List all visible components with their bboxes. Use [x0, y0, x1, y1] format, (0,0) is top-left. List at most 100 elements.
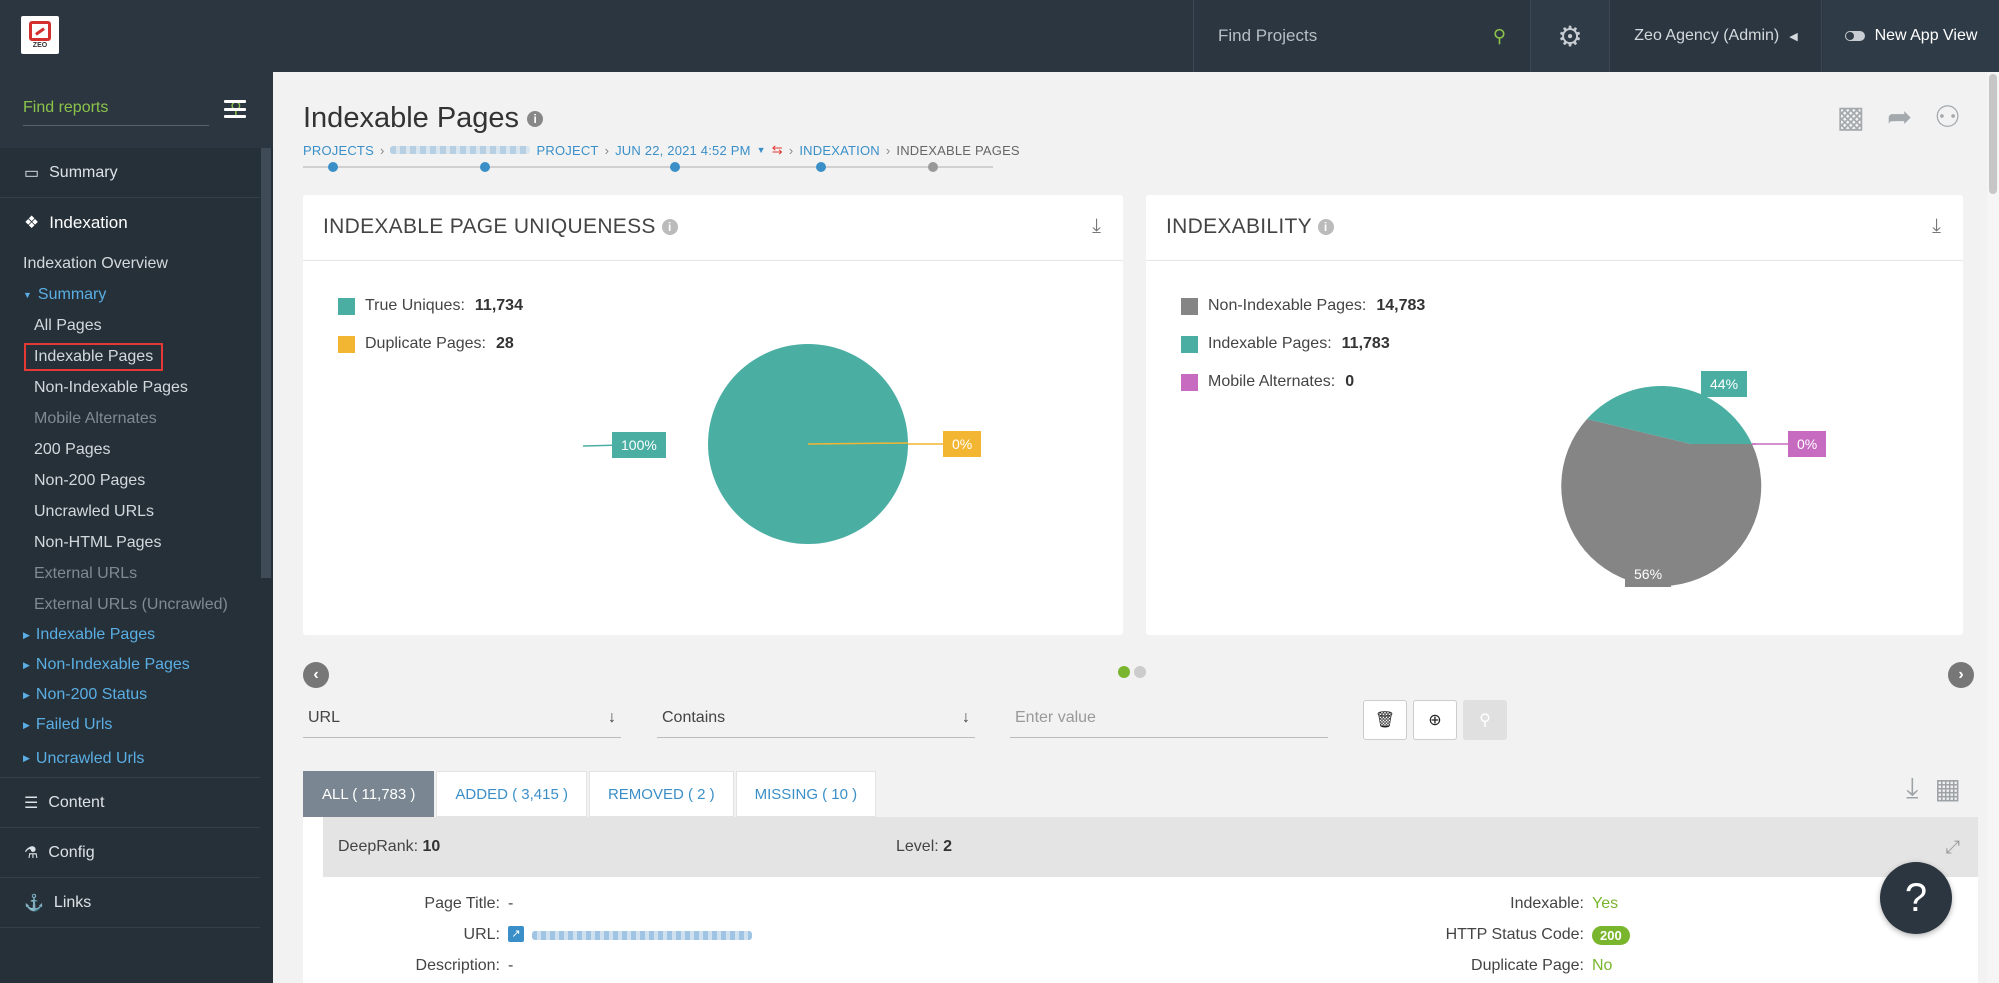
sidebar-item-all-pages[interactable]: All Pages: [0, 310, 273, 341]
http-status-row: HTTP Status Code: 200: [1348, 926, 1630, 945]
caret-down-icon: ▼: [23, 289, 32, 300]
field-label: URL:: [463, 926, 500, 943]
sidebar-item-summary[interactable]: ▭ Summary: [0, 148, 260, 198]
pie-label-true-uniques: 100%: [612, 432, 666, 458]
breadcrumb-project[interactable]: PROJECT: [536, 143, 598, 158]
field-value: -: [508, 957, 514, 974]
search-filter-button[interactable]: ⚲: [1463, 700, 1507, 740]
breadcrumb-project-name[interactable]: [390, 146, 531, 154]
sidebar-scrollbar[interactable]: [261, 148, 271, 578]
external-link-icon[interactable]: ↗: [508, 926, 524, 942]
result-tabs: ALL ( 11,783 ) ADDED ( 3,415 ) REMOVED (…: [303, 771, 877, 817]
help-button[interactable]: ?: [1880, 862, 1952, 934]
sidebar-item-uncrawled-urls[interactable]: Uncrawled URLs: [0, 496, 273, 527]
share-icon[interactable]: ➦: [1887, 100, 1912, 135]
pie-label-indexable: 44%: [1701, 371, 1748, 397]
zeo-logo[interactable]: ZEO: [21, 16, 59, 54]
filter-operator-select[interactable]: Contains ↓: [657, 698, 975, 738]
sidebar-item-label: Config: [48, 843, 95, 861]
sidebar-item-config[interactable]: ⚗ Config: [0, 828, 260, 878]
page-title: Indexable Pages i: [303, 102, 544, 135]
indexability-pie-chart: [1561, 385, 1801, 586]
sidebar-group-indexable-pages[interactable]: ▶ Indexable Pages: [0, 620, 273, 650]
carousel-dot[interactable]: [1118, 666, 1130, 678]
settings-button[interactable]: ⚙: [1530, 0, 1610, 72]
sidebar-group-non-indexable-pages[interactable]: ▶ Non-Indexable Pages: [0, 650, 273, 680]
compare-icon[interactable]: ⇆: [772, 142, 783, 158]
sidebar-item-indexable-pages[interactable]: Indexable Pages: [0, 341, 273, 372]
new-app-view-toggle[interactable]: New App View: [1823, 0, 1999, 72]
sidebar-item-non-indexable-pages[interactable]: Non-Indexable Pages: [0, 372, 273, 403]
url-row: URL: ↗: [303, 926, 752, 944]
sidebar-item-non-html-pages[interactable]: Non-HTML Pages: [0, 527, 273, 558]
sidebar-item-200-pages[interactable]: 200 Pages: [0, 434, 273, 465]
sidebar-nav: ▭ Summary ❖ Indexation Indexation Overvi…: [0, 148, 273, 983]
download-icon[interactable]: ⤓: [1906, 772, 1918, 805]
breadcrumb-dot: [670, 162, 680, 172]
field-label: Description:: [415, 957, 500, 974]
deeprank-value: 10: [422, 838, 441, 855]
duplicate-row: Duplicate Page: No: [1348, 957, 1612, 975]
sidebar-item-label: Links: [53, 893, 92, 911]
add-filter-button[interactable]: ⊕: [1413, 700, 1457, 740]
detail-header: DeepRank: 10 Level: 2 ⤢: [323, 817, 1978, 877]
sidebar-item-external-urls[interactable]: External URLs: [0, 558, 273, 589]
filter-field-select[interactable]: URL ↓: [303, 698, 621, 738]
delete-filter-button[interactable]: 🗑: [1363, 700, 1407, 740]
search-icon[interactable]: ⚲: [1493, 26, 1506, 47]
bar-chart-icon[interactable]: ▩: [1837, 100, 1865, 135]
sidebar-item-label: Summary: [37, 285, 107, 303]
users-icon[interactable]: ⚇: [1934, 100, 1961, 135]
carousel-prev-button[interactable]: ‹: [303, 662, 329, 688]
breadcrumb-dot: [928, 162, 938, 172]
filter-field-value: URL: [308, 708, 341, 726]
breadcrumb-dot: [328, 162, 338, 172]
caret-right-icon: ▶: [23, 659, 30, 670]
uniqueness-card: INDEXABLE PAGE UNIQUENESS i ⤓ True Uniqu…: [303, 195, 1123, 635]
sidebar-group-uncrawled-urls[interactable]: ▶ Uncrawled Urls: [0, 740, 260, 778]
flask-icon: ⚗: [24, 844, 39, 862]
sidebar-item-indexation[interactable]: ❖ Indexation: [0, 198, 260, 248]
field-value: Yes: [1592, 895, 1619, 912]
field-label: Page Title:: [424, 895, 500, 912]
filter-operator-value: Contains: [662, 708, 726, 726]
scrollbar-thumb[interactable]: [1989, 74, 1997, 194]
selected-highlight: Indexable Pages: [24, 342, 164, 371]
pie-slice-duplicate-pages[interactable]: [807, 442, 909, 445]
menu-icon[interactable]: [224, 100, 246, 118]
carousel-next-button[interactable]: ›: [1948, 662, 1974, 688]
breadcrumb-indexation[interactable]: INDEXATION: [799, 143, 880, 158]
sidebar-group-non-200-status[interactable]: ▶ Non-200 Status: [0, 680, 273, 710]
main-scrollbar[interactable]: [1987, 72, 1999, 983]
tab-all[interactable]: ALL ( 11,783 ): [303, 771, 435, 817]
breadcrumb: PROJECTS › PROJECT › JUN 22, 2021 4:52 P…: [303, 142, 1020, 158]
sidebar-item-non-200-pages[interactable]: Non-200 Pages: [0, 465, 273, 496]
tab-removed[interactable]: REMOVED ( 2 ): [588, 771, 734, 817]
plus-circle-icon: ⊕: [1428, 712, 1442, 729]
grid-view-icon[interactable]: ▦: [1935, 772, 1961, 805]
sidebar-group-failed-urls[interactable]: ▶ Failed Urls: [0, 710, 273, 740]
url-link[interactable]: [532, 931, 752, 940]
tab-added[interactable]: ADDED ( 3,415 ): [436, 771, 587, 817]
tab-missing[interactable]: MISSING ( 10 ): [735, 771, 877, 817]
trash-icon: 🗑: [1374, 712, 1396, 729]
sidebar-item-external-urls-uncrawled[interactable]: External URLs (Uncrawled): [0, 589, 273, 620]
breadcrumb-projects[interactable]: PROJECTS: [303, 143, 374, 158]
breadcrumb-date[interactable]: JUN 22, 2021 4:52 PM: [615, 143, 751, 158]
sidebar-group-summary[interactable]: ▼ Summary: [0, 279, 273, 310]
sidebar-item-links[interactable]: ⚓ Links: [0, 878, 260, 928]
carousel-dot[interactable]: [1134, 666, 1146, 678]
deeprank: DeepRank: 10: [338, 838, 440, 856]
expand-icon[interactable]: ⤢: [1946, 837, 1960, 858]
caret-down-icon[interactable]: ▼: [757, 145, 766, 155]
project-search-input[interactable]: [1218, 26, 1493, 46]
sidebar-item-mobile-alternates[interactable]: Mobile Alternates: [0, 403, 273, 434]
sidebar-item-indexation-overview[interactable]: Indexation Overview: [0, 248, 273, 279]
filter-value-input[interactable]: Enter value: [1010, 698, 1328, 738]
caret-right-icon: ▶: [23, 629, 30, 640]
user-menu[interactable]: Zeo Agency (Admin) ◀: [1611, 0, 1822, 72]
info-icon[interactable]: i: [527, 111, 544, 128]
report-search-input[interactable]: [23, 98, 230, 117]
caret-left-icon: ◀: [1789, 30, 1798, 43]
sidebar-item-content[interactable]: ☰ Content: [0, 778, 260, 828]
